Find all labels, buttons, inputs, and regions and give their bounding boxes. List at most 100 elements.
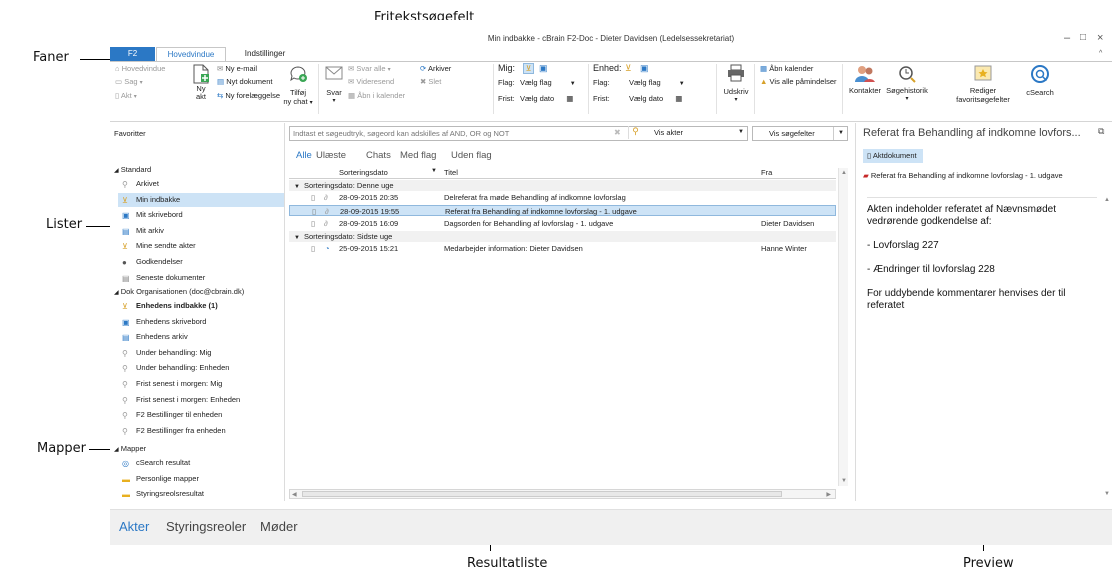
csearch-button[interactable]: cSearch bbox=[1023, 64, 1057, 97]
videresend-button[interactable]: ✉ Videresend bbox=[348, 77, 394, 86]
kontakter-label: Kontakter bbox=[848, 86, 882, 95]
column-title[interactable]: Titel bbox=[444, 168, 458, 177]
udskriv-button[interactable]: Udskriv ▾ bbox=[722, 64, 750, 103]
sidebar-item[interactable]: ● Godkendelser bbox=[122, 255, 183, 269]
sidebar-item[interactable]: ▤ Seneste dokumenter bbox=[122, 271, 205, 285]
tab-indstillinger[interactable]: Indstillinger bbox=[230, 47, 300, 61]
preview-file[interactable]: ▰ Referat fra Behandling af indkomne lov… bbox=[863, 171, 1063, 180]
standard-header[interactable]: ◢ Standard bbox=[114, 165, 151, 174]
sidebar-item[interactable]: ⊻ Min indbakke bbox=[118, 192, 284, 207]
nav-styringsreoler[interactable]: Styringsreoler bbox=[166, 519, 246, 534]
vis-akter-select[interactable]: Vis akter ▼ bbox=[650, 126, 748, 141]
soegehistorik-button[interactable]: Søgehistorik ▾ bbox=[886, 64, 928, 102]
table-row[interactable]: ▯ ∂ 28-09-2015 16:09 Dagsorden for Behandli… bbox=[289, 218, 836, 229]
filter-tab-chats[interactable]: Chats bbox=[366, 150, 391, 161]
ny-akt-button[interactable]: Ny akt bbox=[190, 64, 212, 101]
chevron-down-icon: ▾ bbox=[387, 67, 391, 73]
filter-tab-uden-flag[interactable]: Uden flag bbox=[451, 150, 492, 161]
tilfoej-chat-button[interactable]: Tilføj ny chat ▾ bbox=[282, 64, 314, 106]
slet-button[interactable]: ✖ Slet bbox=[420, 77, 441, 86]
sidebar-item[interactable]: ⊻ Mine sendte akter bbox=[122, 239, 196, 253]
sidebar-item[interactable]: ▤ Enhedens arkiv bbox=[122, 330, 188, 344]
filter-tab-alle[interactable]: Alle bbox=[296, 150, 312, 161]
enhed-frist-date[interactable]: Vælg dato ▦ bbox=[629, 94, 682, 103]
sidebar-item[interactable]: ⚲ F2 Bestillinger til enheden bbox=[122, 408, 222, 422]
column-date[interactable]: Sorteringsdato bbox=[339, 168, 388, 177]
sidebar-item-label: F2 Bestillinger til enheden bbox=[136, 410, 223, 420]
table-row[interactable]: ▯ ∂ 28-09-2015 20:35 Delreferat fra møde Be… bbox=[289, 192, 836, 203]
akt-button[interactable]: ▯ Akt ▾ bbox=[115, 91, 137, 100]
sidebar-item[interactable]: ⚲ Frist senest i morgen: Mig bbox=[122, 377, 222, 391]
row-title: Dagsorden for Behandling af lovforslag -… bbox=[444, 219, 614, 228]
scroll-thumb[interactable] bbox=[302, 491, 782, 497]
preview-vscrollbar[interactable]: ▲ ▼ bbox=[1102, 195, 1112, 499]
tab-f2[interactable]: F2 bbox=[110, 47, 155, 61]
sidebar-item-label: F2 Bestillinger fra enheden bbox=[136, 425, 226, 435]
filter-tab-med-flag[interactable]: Med flag bbox=[400, 150, 436, 161]
column-from[interactable]: Fra bbox=[761, 168, 772, 177]
popout-icon[interactable]: ⧉ bbox=[1098, 126, 1104, 137]
vis-alle-paamindelser-button[interactable]: ▲ Vis alle påmindelser bbox=[760, 77, 837, 86]
sidebar-item[interactable]: ⚲ Under behandling: Mig bbox=[122, 346, 211, 360]
sidebar-item[interactable]: ⚲ Frist senest i morgen: Enheden bbox=[122, 393, 240, 407]
search-input[interactable] bbox=[290, 127, 620, 140]
sidebar-item[interactable]: ⚲ F2 Bestillinger fra enheden bbox=[122, 424, 226, 438]
close-button[interactable]: × bbox=[1097, 32, 1103, 44]
tray-icon[interactable]: ⊻ bbox=[625, 63, 632, 74]
preview-tab-aktdokument[interactable]: ▯ Aktdokument bbox=[863, 149, 923, 163]
nav-akter[interactable]: Akter bbox=[119, 519, 149, 534]
tray-icon[interactable]: ⊻ bbox=[523, 63, 534, 74]
sag-button[interactable]: ▭ Sag ▾ bbox=[115, 77, 143, 86]
sidebar-item[interactable]: ▬ Styringsreolsresultat bbox=[122, 487, 204, 501]
group-header[interactable]: ▼ Sorteringsdato: Denne uge bbox=[289, 180, 836, 191]
nav-moeder[interactable]: Møder bbox=[260, 519, 298, 534]
minimize-button[interactable]: – bbox=[1064, 32, 1070, 44]
sidebar-item[interactable]: ⚲ Arkivet bbox=[122, 177, 159, 191]
org-header[interactable]: ◢ Dok Organisationen (doc@cbrain.dk) bbox=[114, 287, 244, 296]
desk-icon[interactable]: ▣ bbox=[539, 63, 548, 74]
result-list-vscrollbar[interactable]: ▲ ▼ bbox=[838, 168, 848, 486]
scroll-down-icon: ▼ bbox=[841, 478, 847, 484]
document-icon: ▯ bbox=[311, 193, 316, 202]
rediger-favoritsoegefelter-button[interactable]: Rediger favoritsøgefelter bbox=[948, 64, 1018, 104]
tab-hovedvindue[interactable]: Hovedvindue bbox=[156, 47, 226, 61]
svar-alle-button[interactable]: ✉ Svar alle ▾ bbox=[348, 64, 391, 73]
reply-all-icon: ✉ bbox=[348, 64, 355, 73]
sidebar-item[interactable]: ⊻ Enhedens indbakke (1) bbox=[122, 299, 218, 313]
aabn-kalender-button[interactable]: ▦ Åbn kalender bbox=[760, 64, 813, 73]
result-list-hscrollbar[interactable]: ◀ ▶ bbox=[289, 489, 836, 499]
mig-frist-date[interactable]: Vælg dato ▦ bbox=[520, 94, 573, 103]
mapper-header[interactable]: ◢ Mapper bbox=[114, 444, 146, 453]
aabn-i-kalender-label: Åbn i kalender bbox=[357, 91, 406, 100]
sidebar-item[interactable]: ◎ cSearch resultat bbox=[122, 456, 190, 470]
aabn-kalender-label: Åbn kalender bbox=[769, 64, 814, 73]
filter-tab-ulaeste[interactable]: Ulæste bbox=[316, 150, 346, 161]
table-row[interactable]: ▯ ◔ 25-09-2015 15:21 Medarbejder informatio… bbox=[289, 243, 836, 254]
search-icon[interactable]: ⚲ bbox=[628, 126, 642, 139]
ny-forelaeggelse-button[interactable]: ⇆ Ny forelæggelse bbox=[217, 91, 280, 100]
preview-tab-label: Aktdokument bbox=[872, 151, 917, 160]
hovedvindue-button[interactable]: ⌂ Hovedvindue bbox=[115, 64, 165, 73]
arkiver-button[interactable]: ⟳ Arkiver bbox=[420, 64, 451, 73]
sidebar-item[interactable]: ▣ Mit skrivebord bbox=[122, 208, 183, 222]
mig-flag-label: Flag: bbox=[498, 78, 515, 87]
sidebar-item[interactable]: ⚲ Under behandling: Enheden bbox=[122, 361, 229, 375]
nyt-dokument-button[interactable]: ▤ Nyt dokument bbox=[217, 77, 272, 86]
clear-search-icon[interactable]: ✖ bbox=[614, 128, 621, 137]
desk-icon[interactable]: ▣ bbox=[640, 63, 649, 74]
nyt-dokument-label: Nyt dokument bbox=[226, 77, 273, 86]
ny-email-button[interactable]: ✉ Ny e-mail bbox=[217, 64, 257, 73]
favorite-edit-icon bbox=[974, 65, 992, 81]
aabn-i-kalender-button[interactable]: ▦ Åbn i kalender bbox=[348, 91, 405, 100]
enhed-flag-select[interactable]: Vælg flag ▼ bbox=[629, 78, 685, 87]
sidebar-item[interactable]: ▬ Personlige mapper bbox=[122, 472, 199, 486]
svar-button[interactable]: Svar ▾ bbox=[323, 64, 345, 104]
table-row[interactable]: ▯ ∂ 28-09-2015 19:55 Referat fra Behandling… bbox=[289, 205, 836, 216]
vis-soegefelter-select[interactable]: Vis søgefelter ▼ bbox=[752, 126, 848, 141]
sidebar-item[interactable]: ▤ Mit arkiv bbox=[122, 224, 164, 238]
maximize-button[interactable]: □ bbox=[1080, 32, 1086, 43]
kontakter-button[interactable]: Kontakter bbox=[846, 64, 884, 95]
mig-flag-select[interactable]: Vælg flag ▼ bbox=[520, 78, 576, 87]
sidebar-item[interactable]: ▣ Enhedens skrivebord bbox=[122, 315, 206, 329]
group-header[interactable]: ▼ Sorteringsdato: Sidste uge bbox=[289, 231, 836, 242]
